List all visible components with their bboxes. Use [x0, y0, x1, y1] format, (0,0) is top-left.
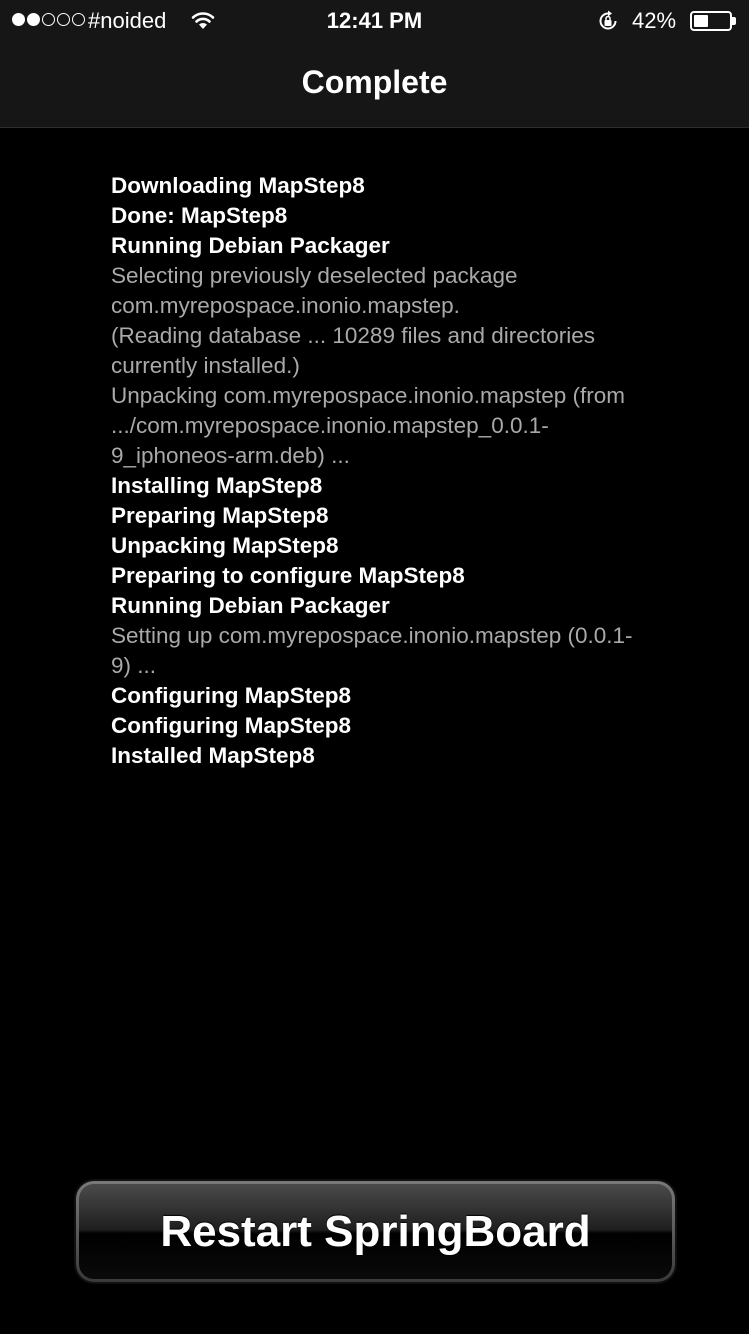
log-line: Installed MapStep8 — [111, 743, 315, 768]
log-line: (Reading database ... 10289 files and di… — [111, 323, 596, 348]
log-line: 9) ... — [111, 653, 157, 678]
battery-percent: 42% — [632, 8, 677, 33]
rotation-lock-icon — [599, 10, 617, 30]
log-line: com.myrepospace.inonio.mapstep. — [111, 293, 460, 318]
battery-tip — [732, 17, 736, 25]
log-line: .../com.myrepospace.inonio.mapstep_0.0.1… — [111, 413, 549, 438]
log-line: 9_iphoneos-arm.deb) ... — [111, 443, 350, 468]
log-line: Setting up com.myrepospace.inonio.mapste… — [111, 623, 633, 648]
battery-fill — [694, 15, 709, 27]
log-line: Done: MapStep8 — [111, 203, 288, 228]
log-line: currently installed.) — [111, 353, 300, 378]
header: #noided 12:41 PM 42% Complete — [0, 0, 749, 128]
log-line: Unpacking MapStep8 — [111, 533, 339, 558]
log-line: Selecting previously deselected package — [111, 263, 518, 288]
log-line: Running Debian Packager — [111, 593, 390, 618]
log-line: Unpacking com.myrepospace.inonio.mapstep… — [111, 383, 625, 408]
restart-springboard-button[interactable]: Restart SpringBoard — [76, 1181, 675, 1282]
log-line: Running Debian Packager — [111, 233, 390, 258]
screen: #noided 12:41 PM 42% Complete Downloadin… — [0, 0, 749, 1334]
restart-button-label: Restart SpringBoard — [160, 1206, 591, 1256]
log-line: Preparing to configure MapStep8 — [111, 563, 465, 588]
log-line: Configuring MapStep8 — [111, 713, 351, 738]
log-line: Installing MapStep8 — [111, 473, 323, 498]
install-log: Downloading MapStep8 Done: MapStep8 Runnin… — [111, 171, 691, 771]
restart-button-face[interactable]: Restart SpringBoard — [79, 1184, 672, 1279]
battery-icon — [690, 11, 736, 31]
log-line: Configuring MapStep8 — [111, 683, 351, 708]
log-line: Downloading MapStep8 — [111, 173, 365, 198]
battery-body — [690, 11, 732, 31]
status-bar: #noided 12:41 PM 42% — [0, 0, 749, 40]
log-line: Preparing MapStep8 — [111, 503, 329, 528]
nav-title: Complete — [301, 64, 448, 100]
